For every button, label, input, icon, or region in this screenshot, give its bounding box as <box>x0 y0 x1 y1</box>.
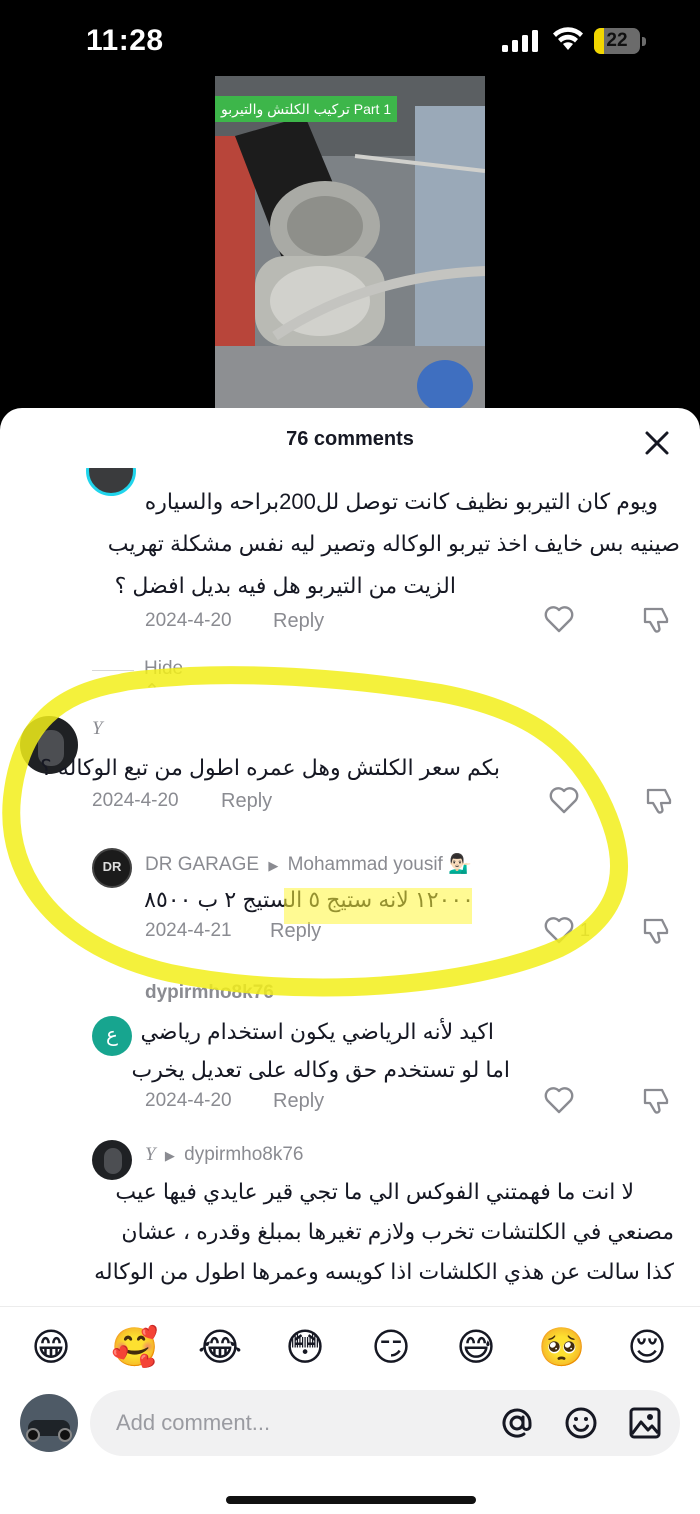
cellular-signal-icon <box>502 30 538 52</box>
comment-text-line: اما لو تستخدم حق وكاله على تعديل يخرب <box>131 1057 510 1082</box>
comment-username[interactable]: Y ▶ dypirmho8k76 <box>145 1144 303 1166</box>
emoji-icon[interactable] <box>564 1406 598 1440</box>
heart-icon[interactable] <box>549 786 579 814</box>
emoji-button[interactable]: 🥰 <box>111 1323 159 1371</box>
battery-percent: 22 <box>606 30 628 51</box>
comment-date: 2024-4-20 <box>145 1090 232 1111</box>
comment-date: 2024-4-20 <box>92 790 179 811</box>
username-text: Y <box>145 1144 156 1165</box>
comment-username[interactable]: Y <box>92 718 103 740</box>
emoji-button[interactable]: 😌 <box>623 1323 671 1371</box>
avatar-letter: ع <box>106 1024 118 1046</box>
reply-arrow-icon: ▶ <box>164 1148 175 1163</box>
avatar[interactable]: ع <box>92 1016 132 1056</box>
reply-button[interactable]: Reply <box>273 610 324 633</box>
video-thumbnail[interactable]: تركيب الكلتش والتيربو Part 1 <box>215 76 485 416</box>
emoji-button[interactable]: 😏 <box>367 1323 415 1371</box>
comment-username[interactable]: DR GARAGE ▶ Mohammad yousif 💁🏻‍♂️ <box>145 852 472 876</box>
comment-text-line: لا انت ما فهمتني الفوكس الي ما تجي قير ع… <box>115 1179 634 1204</box>
heart-icon[interactable] <box>544 1086 574 1114</box>
like-count: 1 <box>580 920 591 940</box>
comments-list[interactable]: ويوم كان التيربو نظيف كانت توصل لل200برا… <box>0 468 700 1306</box>
dislike-icon[interactable] <box>644 786 674 816</box>
reply-to-username: dypirmho8k76 <box>184 1144 304 1165</box>
heart-icon[interactable] <box>544 605 574 633</box>
emoji-button[interactable]: 😂 <box>196 1323 244 1371</box>
comment-text-line: كذا سالت عن هذي الكلشات اذا كويسه وعمرها… <box>94 1259 674 1284</box>
emoji-button[interactable]: 😁 <box>27 1323 75 1371</box>
emoji-button[interactable]: 😅 <box>452 1323 500 1371</box>
status-time: 11:28 <box>86 24 164 57</box>
emoji-quick-bar: 😁 🥰 😂 😳 😏 😅 🥺 😌 <box>0 1306 700 1386</box>
comment-composer <box>0 1386 700 1476</box>
comment-text-line: بكم سعر الكلتش وهل عمره اطول من تبع الوك… <box>40 755 500 780</box>
video-title-badge: تركيب الكلتش والتيربو Part 1 <box>215 96 398 122</box>
comment-username[interactable]: dypirmho8k76 <box>145 982 274 1004</box>
emoji-button[interactable]: 🥺 <box>538 1323 586 1371</box>
avatar[interactable]: DR <box>92 848 132 888</box>
hide-label: Hide ⌃ <box>144 658 184 702</box>
avatar[interactable] <box>86 468 136 496</box>
comment-input[interactable] <box>116 1390 486 1456</box>
reply-button[interactable]: Reply <box>273 1090 324 1113</box>
dislike-icon[interactable] <box>641 1086 671 1116</box>
my-avatar[interactable] <box>20 1394 78 1452</box>
comment-text-line: صينيه بس خايف اخذ تيربو الوكاله وتصير لي… <box>107 531 680 556</box>
dislike-icon[interactable] <box>641 916 671 946</box>
chevron-up-icon: ⌃ <box>144 681 160 702</box>
comment-text-line: ويوم كان التيربو نظيف كانت توصل لل200برا… <box>144 489 658 514</box>
comments-count-title: 76 comments <box>286 428 414 450</box>
comment-date: 2024-4-20 <box>145 610 232 631</box>
comment-text-line: مصنعي في الكلتشات تخرب ولازم تغيرها بمبل… <box>121 1219 674 1244</box>
close-icon[interactable] <box>640 426 674 460</box>
comments-sheet: 76 comments ويوم كان التيربو نظيف كانت ت… <box>0 408 700 1514</box>
image-icon[interactable] <box>628 1406 662 1440</box>
emoji-button[interactable]: 😳 <box>281 1323 329 1371</box>
home-indicator <box>226 1496 476 1504</box>
comment-date: 2024-4-21 <box>145 920 232 941</box>
reply-button[interactable]: Reply <box>270 920 321 943</box>
video-frame-image <box>215 76 485 416</box>
comment-input-box[interactable] <box>90 1390 680 1456</box>
comment-text-line: الزيت من التيربو هل فيه بديل افضل ؟ <box>114 573 456 598</box>
username-text: DR GARAGE <box>145 854 260 875</box>
wifi-icon <box>553 27 583 50</box>
reply-arrow-icon: ▶ <box>268 858 279 873</box>
battery-icon: 22 <box>594 28 646 54</box>
mention-icon[interactable] <box>500 1406 534 1440</box>
comments-header: 76 comments <box>0 408 700 474</box>
comment-text-line: اكيد لأنه الرياضي يكون استخدام رياضي <box>140 1019 494 1044</box>
comment-text-line: ١٢٠٠٠ لانه ستيج ٥ الستيج ٢ ب ٨٥٠٠ <box>144 887 474 912</box>
reply-button[interactable]: Reply <box>221 790 272 813</box>
haraj-watermark-logo <box>530 1466 670 1510</box>
reply-to-username: Mohammad yousif 💁🏻‍♂️ <box>287 854 472 875</box>
heart-icon[interactable] <box>544 916 574 944</box>
status-bar: 11:28 22 <box>0 0 700 80</box>
dislike-icon[interactable] <box>641 605 671 635</box>
